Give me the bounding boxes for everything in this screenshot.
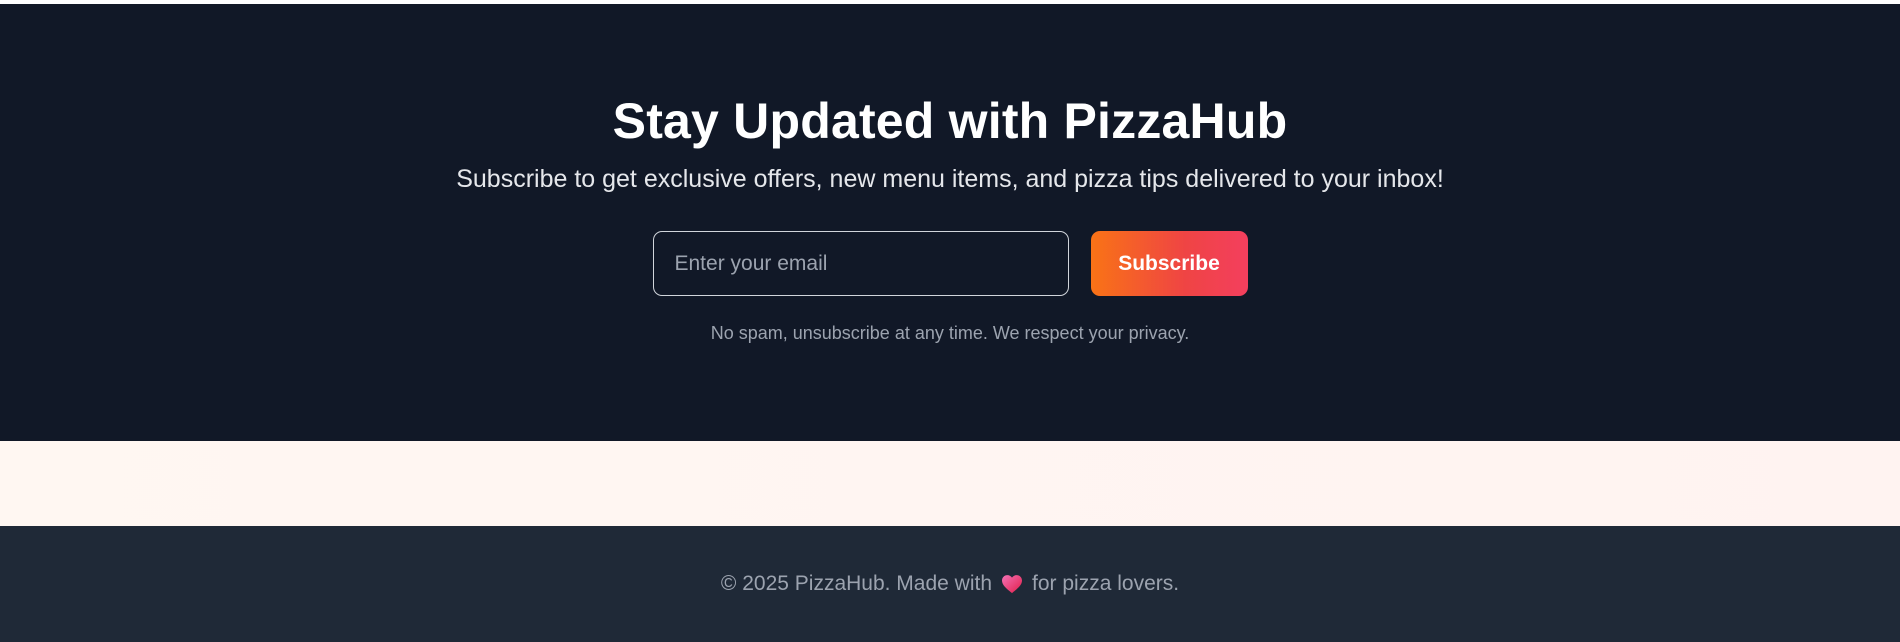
newsletter-subtitle: Subscribe to get exclusive offers, new m…: [456, 165, 1444, 193]
subscribe-button[interactable]: Subscribe: [1090, 231, 1248, 296]
newsletter-section: Stay Updated with PizzaHub Subscribe to …: [0, 4, 1900, 441]
heart-icon: [1000, 572, 1024, 596]
page: Stay Updated with PizzaHub Subscribe to …: [0, 0, 1900, 642]
email-input[interactable]: [652, 231, 1069, 296]
footer-copyright: © 2025 PizzaHub. Made with for pizza lov…: [721, 570, 1179, 598]
footer: © 2025 PizzaHub. Made with for pizza lov…: [0, 526, 1900, 642]
newsletter-form: Subscribe: [652, 231, 1248, 296]
privacy-note: No spam, unsubscribe at any time. We res…: [710, 323, 1190, 343]
footer-text-after: for pizza lovers.: [1032, 572, 1180, 595]
newsletter-title: Stay Updated with PizzaHub: [612, 93, 1288, 149]
footer-text-before: © 2025 PizzaHub. Made with: [720, 572, 993, 595]
spacer-band: [0, 441, 1900, 526]
